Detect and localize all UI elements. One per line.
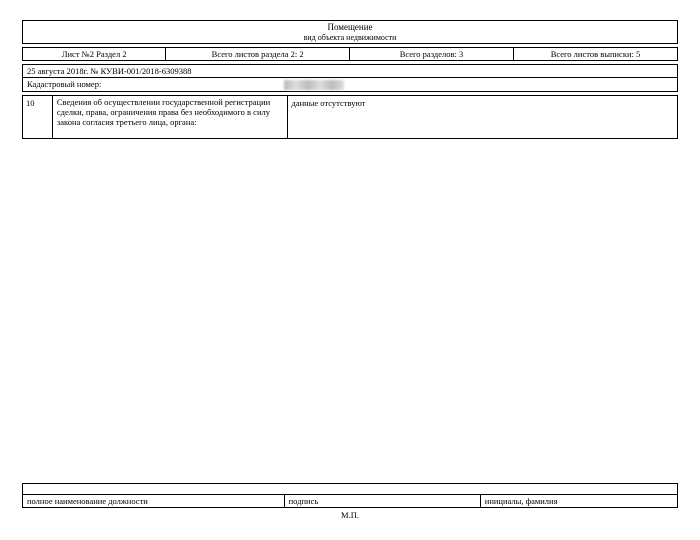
redacted-value <box>284 80 344 90</box>
reference-date-number: 25 августа 2018г. № КУВИ-001/2018-630938… <box>22 64 678 78</box>
cadastral-value <box>280 78 677 91</box>
signature-block: полное наименование должности подпись ин… <box>22 483 678 520</box>
total-sheets-extract: Всего листов выписки: 5 <box>514 47 678 61</box>
row-value: данные отсутствуют <box>288 96 678 138</box>
signature-labels: полное наименование должности подпись ин… <box>22 495 678 508</box>
row-number: 10 <box>23 96 53 138</box>
total-sections: Всего разделов: 3 <box>350 47 514 61</box>
meta-row: Лист №2 Раздел 2 Всего листов раздела 2:… <box>22 47 678 61</box>
row-description: Сведения об осуществлении государственно… <box>53 96 288 138</box>
total-sheets-section: Всего листов раздела 2: 2 <box>166 47 350 61</box>
title-subtitle: вид объекта недвижимости <box>23 33 677 43</box>
signature-spacer <box>22 483 678 495</box>
stamp-label: М.П. <box>22 510 678 520</box>
signature-sign: подпись <box>285 495 481 507</box>
signature-initials: инициалы, фамилия <box>481 495 677 507</box>
signature-position: полное наименование должности <box>23 495 285 507</box>
document-header: Помещение вид объекта недвижимости <box>22 20 678 44</box>
sheet-info: Лист №2 Раздел 2 <box>22 47 166 61</box>
title-main: Помещение <box>23 22 677 33</box>
cadastral-label: Кадастровый номер: <box>23 78 280 91</box>
cadastral-row: Кадастровый номер: <box>22 78 678 92</box>
data-row-10: 10 Сведения об осуществлении государстве… <box>22 95 678 139</box>
